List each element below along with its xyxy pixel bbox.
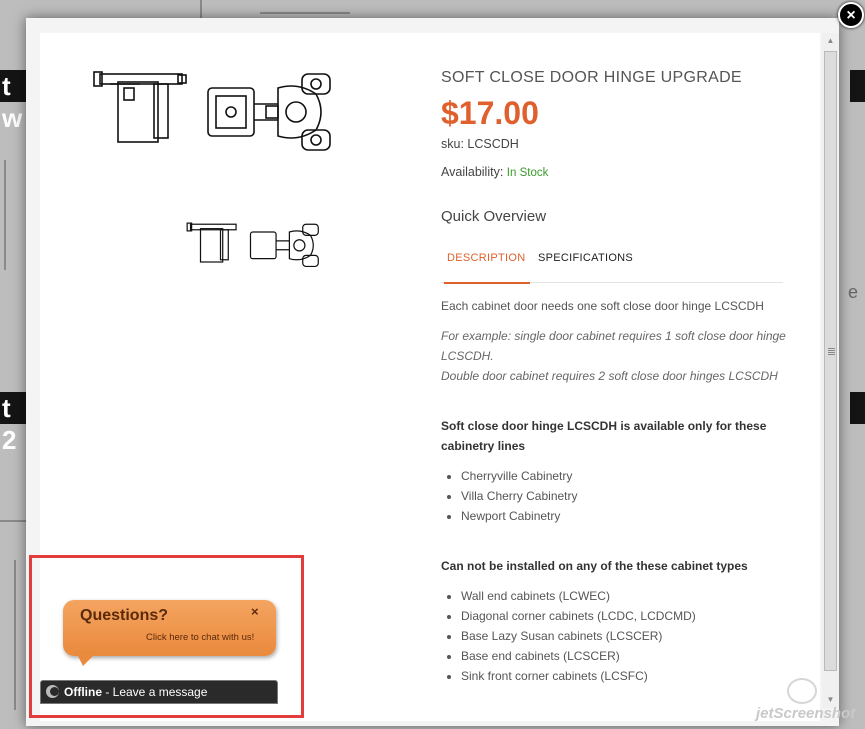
product-price: $17.00 <box>441 95 539 131</box>
available-lines-list: Cherryville Cabinetry Villa Cherry Cabin… <box>441 466 786 526</box>
availability-label: Availability: <box>441 165 504 179</box>
scrollbar-thumb[interactable] <box>824 51 837 671</box>
arrow-up-icon[interactable]: ▲ <box>822 33 839 49</box>
background-heading-band <box>850 392 865 424</box>
description-example: Double door cabinet requires 2 soft clos… <box>441 369 778 383</box>
background-text: e <box>848 282 859 302</box>
quick-overview-heading: Quick Overview <box>441 208 547 225</box>
excluded-types-list: Wall end cabinets (LCWEC) Diagonal corne… <box>441 586 786 686</box>
list-item: Villa Cherry Cabinetry <box>461 486 786 506</box>
excluded-types-heading: Can not be installed on any of the these… <box>441 559 748 573</box>
grip-icon <box>828 348 835 355</box>
list-item: Base Lazy Susan cabinets (LCSCER) <box>461 626 786 646</box>
list-item: Wall end cabinets (LCWEC) <box>461 586 786 606</box>
background-drawing <box>200 0 202 18</box>
watermark-logo <box>787 678 817 704</box>
description-intro: Each cabinet door needs one soft close d… <box>441 299 764 313</box>
background-drawing <box>4 160 6 270</box>
annotation-highlight-box <box>29 555 304 718</box>
product-main-image <box>93 71 331 151</box>
list-item: Sink front corner cabinets (LCSFC) <box>461 666 786 686</box>
product-sku: sku: LCSCDH <box>441 137 519 151</box>
available-lines-heading: Soft close door hinge LCSCDH is availabl… <box>441 419 767 453</box>
description-panel: Each cabinet door needs one soft close d… <box>441 296 786 686</box>
list-item: Diagonal corner cabinets (LCDC, LCDCMD) <box>461 606 786 626</box>
sku-label: sku: <box>441 137 464 151</box>
list-item: Newport Cabinetry <box>461 506 786 526</box>
background-drawing <box>0 520 26 522</box>
modal-scrollbar[interactable]: ▲ ▼ <box>822 33 839 708</box>
product-thumbnail[interactable] <box>183 222 323 272</box>
modal-close-button[interactable]: × <box>838 2 864 28</box>
list-item: Base end cabinets (LCSCER) <box>461 646 786 666</box>
tab-description[interactable]: DESCRIPTION <box>447 252 525 264</box>
list-item: Cherryville Cabinetry <box>461 466 786 486</box>
watermark: jetScreenshot <box>756 705 856 722</box>
tab-specifications[interactable]: SPECIFICATIONS <box>538 252 633 264</box>
product-tabs: DESCRIPTION SPECIFICATIONS <box>441 244 783 284</box>
description-example: For example: single door cabinet require… <box>441 329 786 363</box>
background-drawing <box>14 560 16 710</box>
sku-value: LCSCDH <box>467 137 519 151</box>
active-tab-indicator <box>444 282 530 284</box>
product-title: SOFT CLOSE DOOR HINGE UPGRADE <box>441 69 742 86</box>
background-heading-band <box>850 70 865 102</box>
availability: Availability: In Stock <box>441 165 548 179</box>
background-drawing <box>260 12 350 14</box>
stock-status: In Stock <box>506 167 549 179</box>
close-icon: × <box>846 7 856 24</box>
